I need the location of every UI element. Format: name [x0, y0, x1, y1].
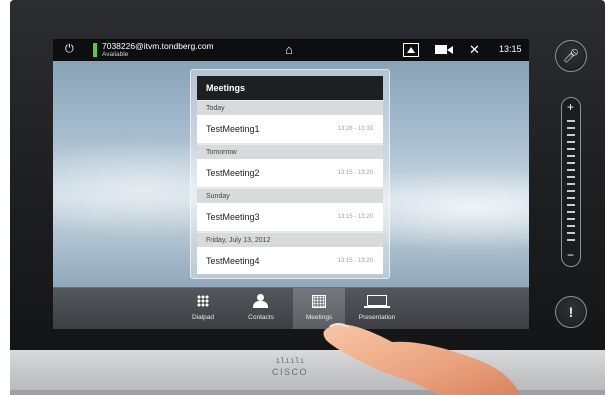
alert-icon: !: [568, 304, 574, 320]
meeting-time: 13:28 - 13:33: [337, 126, 373, 132]
volume-slider[interactable]: + −: [561, 97, 581, 267]
meeting-time: 13:15 - 13:20: [337, 214, 373, 220]
selfview-icon[interactable]: [403, 43, 419, 57]
cisco-logo-bars: ılıılı: [275, 356, 305, 365]
cisco-logo: ılıılı CISCO: [270, 356, 310, 382]
volume-up-icon[interactable]: +: [562, 100, 579, 114]
availability-status: Available: [102, 51, 129, 58]
nav-label: Meetings: [305, 314, 333, 321]
nav-meetings[interactable]: Meetings: [293, 288, 345, 329]
home-icon[interactable]: ⌂: [285, 42, 293, 57]
dialpad-icon: [197, 295, 209, 307]
meeting-item[interactable]: TestMeeting1 13:28 - 13:33: [197, 115, 383, 144]
alert-button[interactable]: !: [555, 296, 587, 328]
meeting-name: TestMeeting1: [206, 124, 260, 134]
meeting-item[interactable]: TestMeeting3 13:15 - 13:20: [197, 203, 383, 232]
clock: 13:15: [499, 44, 522, 54]
calendar-icon: [312, 295, 326, 308]
group-header: Tomorrow: [197, 144, 383, 159]
camera-icon[interactable]: [435, 43, 453, 57]
nav-presentation[interactable]: Presentation: [351, 288, 403, 329]
nav-dialpad[interactable]: Dialpad: [177, 288, 229, 329]
touch-panel-device: ılıılı CISCO ⏻ 7038226@itvm.tondberg.com…: [0, 0, 605, 395]
meetings-list: Meetings Today TestMeeting1 13:28 - 13:3…: [197, 76, 383, 274]
group-header: Sunday: [197, 188, 383, 203]
meeting-item[interactable]: TestMeeting2 13:15 - 13:20: [197, 159, 383, 188]
device-base-edge: [10, 390, 605, 395]
microphone-mute-icon: 🎤︎: [562, 48, 580, 63]
meeting-time: 13:15 - 13:20: [337, 258, 373, 264]
settings-tools-icon[interactable]: ✕: [469, 43, 483, 57]
nav-label: Dialpad: [191, 314, 215, 321]
contacts-icon: [235, 293, 287, 311]
group-header: Friday, July 13, 2012: [197, 232, 383, 247]
meeting-item[interactable]: TestMeeting4 13:15 - 13:20: [197, 247, 383, 274]
meeting-name: TestMeeting3: [206, 212, 260, 222]
volume-level-ticks: [567, 120, 575, 242]
meeting-name: TestMeeting2: [206, 168, 260, 178]
meetings-panel: Meetings Today TestMeeting1 13:28 - 13:3…: [190, 69, 390, 279]
group-header: Today: [197, 100, 383, 115]
availability-indicator: [93, 43, 97, 57]
user-address: 7038226@itvm.tondberg.com: [102, 41, 214, 51]
meetings-panel-title: Meetings: [197, 76, 383, 100]
nav-label: Contacts: [248, 314, 274, 321]
meeting-time: 13:15 - 13:20: [337, 170, 373, 176]
power-icon[interactable]: ⏻: [65, 43, 74, 56]
status-bar: ⏻ 7038226@itvm.tondberg.com Available ⌂ …: [53, 39, 529, 61]
touch-screen: ⏻ 7038226@itvm.tondberg.com Available ⌂ …: [53, 39, 529, 329]
mute-button[interactable]: 🎤︎: [555, 40, 587, 72]
nav-label: Presentation: [358, 314, 396, 321]
meeting-name: TestMeeting4: [206, 256, 260, 266]
nav-contacts[interactable]: Contacts: [235, 288, 287, 329]
volume-down-icon[interactable]: −: [562, 248, 579, 262]
laptop-icon: [351, 293, 403, 311]
bottom-nav-bar: Dialpad Contacts Meetings Presentation: [53, 287, 529, 329]
cisco-logo-word: CISCO: [271, 367, 308, 377]
